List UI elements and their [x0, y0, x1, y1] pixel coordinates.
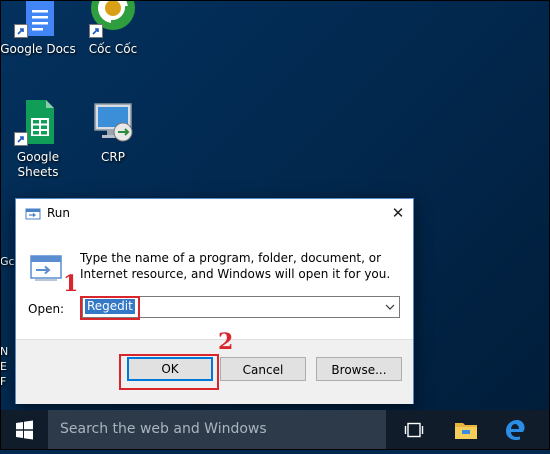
shortcut-arrow-icon	[14, 132, 28, 146]
annotation-step-1: 1	[63, 271, 79, 297]
partial-desktop-label: Gc	[0, 255, 15, 268]
partial-desktop-label: E	[0, 360, 7, 373]
edge-browser-icon[interactable]	[504, 419, 526, 445]
open-label-text: Open:	[28, 302, 65, 316]
file-explorer-icon[interactable]	[454, 420, 478, 444]
shortcut-arrow-icon	[89, 24, 103, 38]
google-docs-icon	[14, 0, 62, 38]
dialog-description: Type the name of a program, folder, docu…	[80, 251, 391, 281]
annotation-step-2: 2	[218, 329, 234, 355]
desktop-icon-label: Google Sheets	[16, 150, 60, 179]
search-placeholder: Search the web and Windows	[60, 421, 267, 437]
partial-desktop-label: N	[0, 345, 9, 358]
dialog-title: Run	[47, 206, 71, 220]
windows-logo-icon	[16, 420, 33, 440]
taskbar: Search the web and Windows	[0, 410, 550, 450]
desktop-icon-label: CRP	[101, 150, 125, 164]
desktop-icon-crp[interactable]: CRP	[73, 98, 153, 165]
desktop-icon-label: Google Docs	[0, 42, 76, 56]
taskbar-search-box[interactable]: Search the web and Windows	[48, 410, 386, 450]
remote-desktop-icon	[89, 98, 137, 146]
shortcut-arrow-icon	[14, 24, 28, 38]
desktop-icon-label: Cốc Cốc	[88, 42, 138, 56]
close-icon[interactable]: ✕	[383, 199, 413, 228]
coccoc-browser-icon	[89, 0, 137, 38]
open-label: Open:	[28, 302, 64, 316]
desktop-icon-google-sheets[interactable]: Google Sheets	[0, 98, 78, 180]
chevron-down-icon[interactable]	[381, 297, 399, 317]
run-icon	[25, 206, 41, 225]
cancel-button[interactable]: Cancel	[220, 357, 306, 381]
partial-desktop-label: F	[0, 375, 7, 388]
desktop-icon-google-docs[interactable]: Google Docs	[0, 0, 78, 57]
desktop-icon-coccoc[interactable]: Cốc Cốc	[73, 0, 153, 57]
annotation-box-ok	[119, 354, 219, 390]
task-view-icon[interactable]	[404, 422, 426, 442]
start-button[interactable]	[0, 410, 48, 450]
browse-button[interactable]: Browse...	[316, 357, 402, 381]
dialog-titlebar[interactable]: Run ✕	[16, 199, 413, 228]
run-program-icon	[29, 253, 63, 287]
annotation-box-input	[80, 296, 140, 320]
google-sheets-icon	[14, 98, 62, 146]
